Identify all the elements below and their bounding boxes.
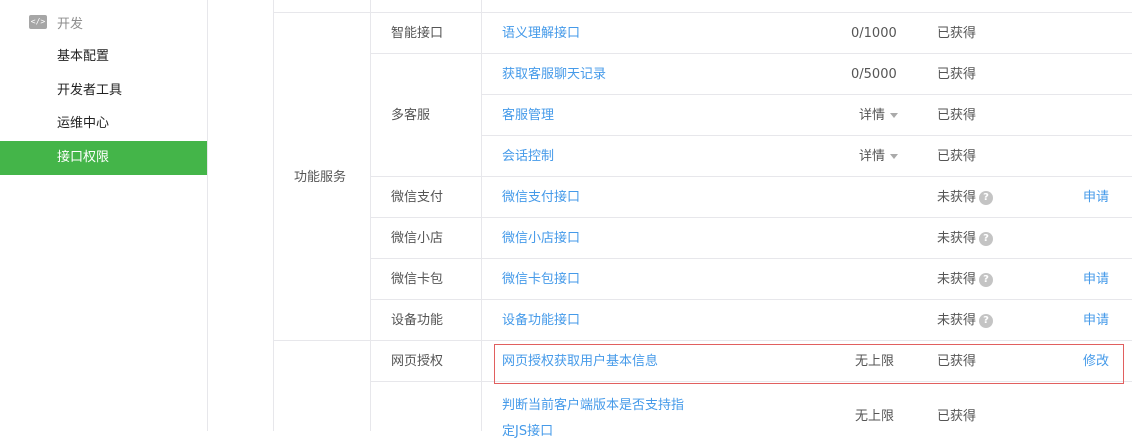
status-text: 未获得? <box>937 300 994 341</box>
api-link[interactable]: 微信小店接口 <box>502 218 580 259</box>
row-divider <box>371 53 1132 54</box>
status-text: 已获得 <box>937 149 977 164</box>
group-label-function-services: 功能服务 <box>294 170 347 185</box>
code-icon: </> <box>29 15 47 29</box>
status-text: 已获得 <box>937 108 977 123</box>
question-icon[interactable]: ? <box>979 313 994 328</box>
details-dropdown[interactable]: 详情 <box>859 136 899 177</box>
api-link[interactable]: 微信卡包接口 <box>502 259 580 300</box>
row-divider <box>371 217 1132 218</box>
highlight-box <box>494 344 1124 384</box>
status-text: 已获得 <box>937 26 977 41</box>
status-text: 已获得 <box>937 67 977 82</box>
api-link[interactable]: 会话控制 <box>502 136 554 177</box>
category-label: 网页授权 <box>391 354 444 369</box>
api-link[interactable]: 语义理解接口 <box>502 13 580 54</box>
apply-link[interactable]: 申请 <box>1083 259 1109 300</box>
apply-link[interactable]: 申请 <box>1083 300 1109 341</box>
table-border <box>370 0 371 431</box>
row-divider <box>371 258 1132 259</box>
sidebar-section-dev: </> 开发 <box>29 12 83 32</box>
category-label: 多客服 <box>391 108 431 123</box>
category-label: 微信支付 <box>391 190 444 205</box>
details-dropdown[interactable]: 详情 <box>859 95 899 136</box>
api-link-line: 定JS接口 <box>502 424 554 439</box>
status-label: 未获得 <box>937 190 977 205</box>
question-icon[interactable]: ? <box>979 190 994 205</box>
api-link[interactable]: 设备功能接口 <box>502 300 580 341</box>
table-border <box>481 0 482 431</box>
category-label: 微信卡包 <box>391 272 444 287</box>
chevron-down-icon <box>890 154 899 159</box>
details-label: 详情 <box>859 149 886 164</box>
status-label: 未获得 <box>937 272 977 287</box>
apply-link[interactable]: 申请 <box>1083 177 1109 218</box>
status-text: 未获得? <box>937 259 994 300</box>
status-label: 未获得 <box>937 313 977 328</box>
chevron-down-icon <box>890 113 899 118</box>
api-link[interactable]: 获取客服聊天记录 <box>502 54 606 95</box>
category-label: 微信小店 <box>391 231 444 246</box>
sidebar-item-dev-tools[interactable]: 开发者工具 <box>0 74 207 108</box>
details-label: 详情 <box>859 108 886 123</box>
row-divider <box>371 299 1132 300</box>
api-link-line: 判断当前客户端版本是否支持指 <box>502 398 685 413</box>
sidebar-item-basic-config[interactable]: 基本配置 <box>0 40 207 74</box>
category-label: 设备功能 <box>391 313 444 328</box>
sidebar: </> 开发 基本配置 开发者工具 运维中心 接口权限 <box>0 0 208 431</box>
sidebar-item-api-permissions[interactable]: 接口权限 <box>0 141 207 175</box>
sidebar-item-ops-center[interactable]: 运维中心 <box>0 107 207 141</box>
quota-value: 0/5000 <box>851 67 897 82</box>
api-link[interactable]: 微信支付接口 <box>502 177 580 218</box>
question-icon[interactable]: ? <box>979 231 994 246</box>
sidebar-section-label: 开发 <box>57 16 84 32</box>
row-divider <box>371 176 1132 177</box>
status-label: 未获得 <box>937 231 977 246</box>
category-label: 智能接口 <box>391 26 444 41</box>
api-link[interactable]: 客服管理 <box>502 95 554 136</box>
table-border <box>273 0 274 431</box>
row-divider <box>482 135 1132 136</box>
status-text: 未获得? <box>937 218 994 259</box>
quota-value: 0/1000 <box>851 26 897 41</box>
question-icon[interactable]: ? <box>979 272 994 287</box>
api-link[interactable]: 判断当前客户端版本是否支持指 定JS接口 <box>502 393 712 445</box>
status-text: 未获得? <box>937 177 994 218</box>
